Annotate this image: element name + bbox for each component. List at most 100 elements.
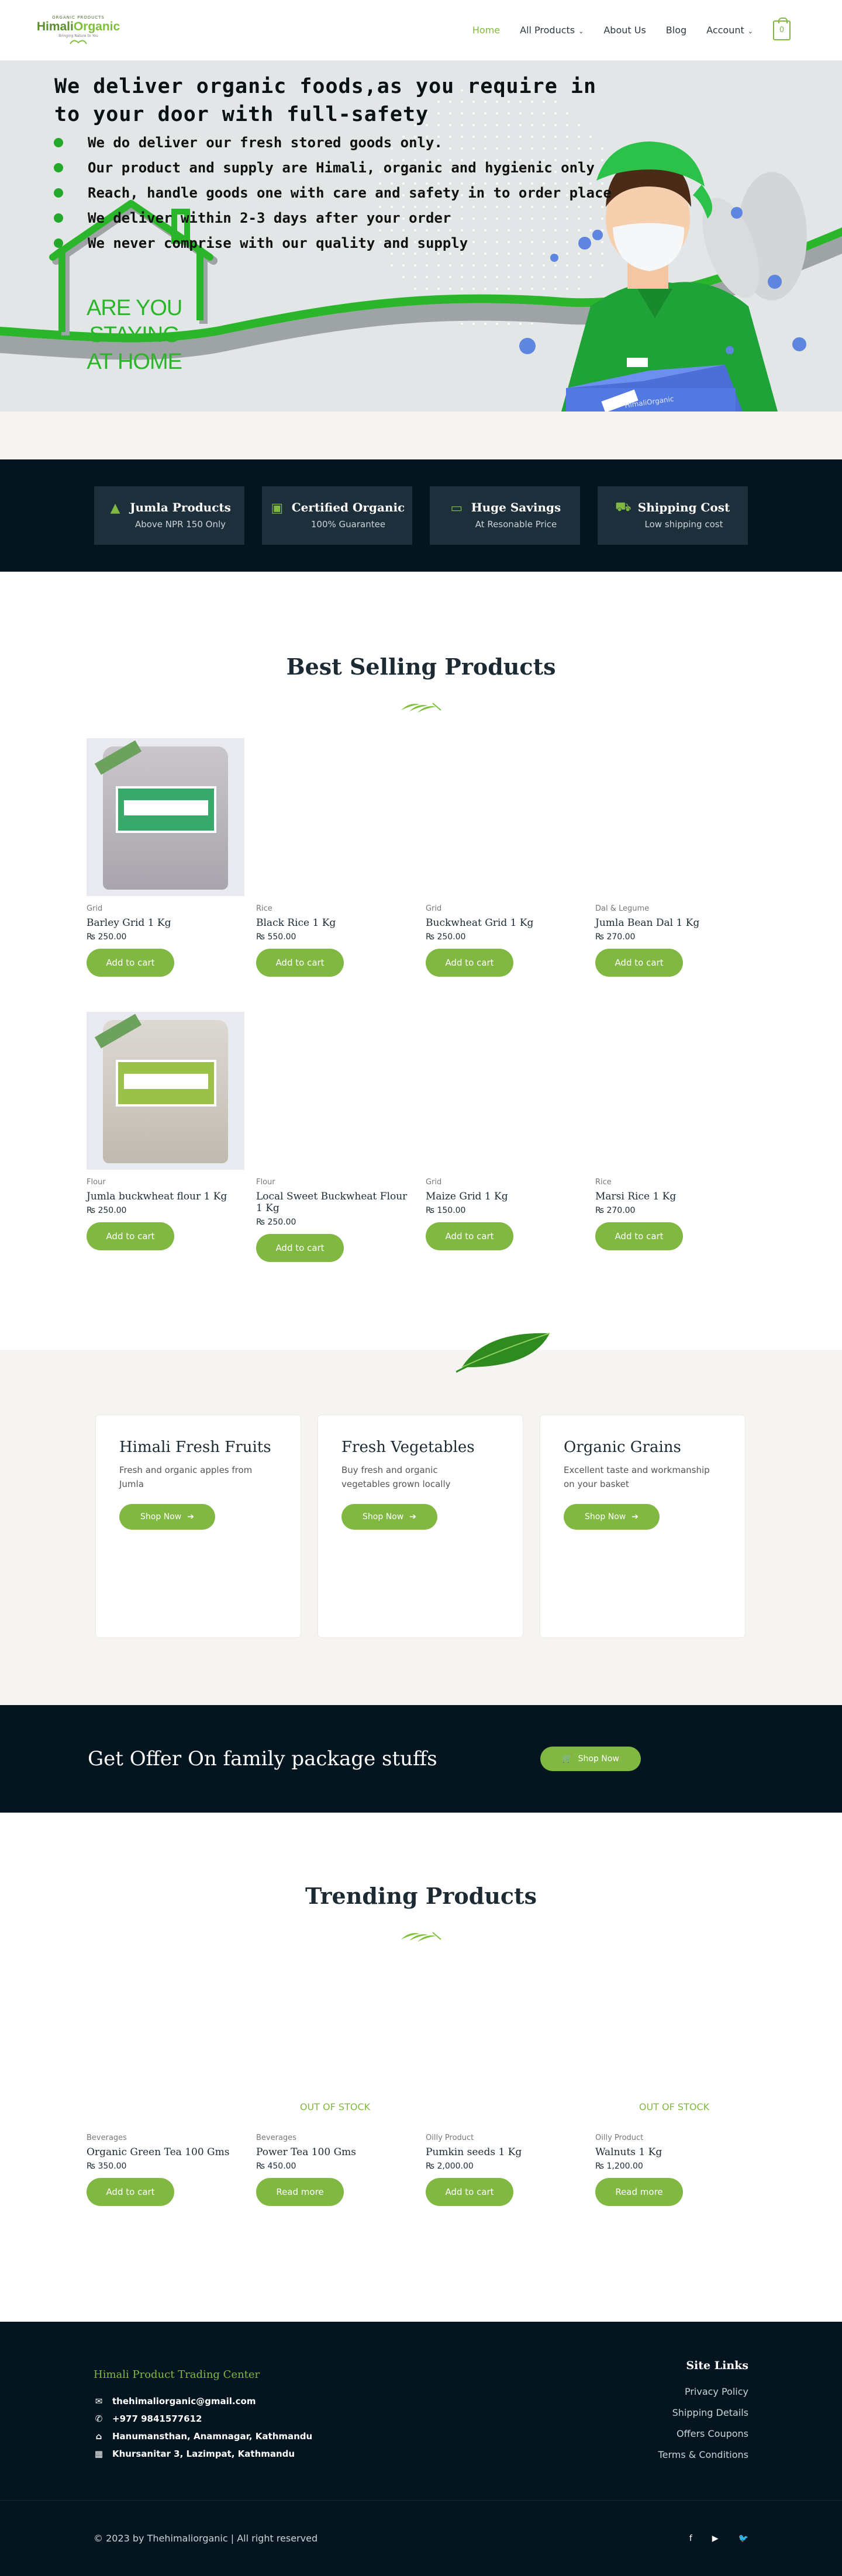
product-card: Grid Maize Grid 1 Kg ₨ 150.00 Add to car…: [426, 1012, 584, 1285]
footer-contact: Himali Product Trading Center ✉ thehimali…: [94, 2368, 312, 2463]
hero-spacer: [0, 412, 842, 459]
product-price: ₨ 270.00: [595, 932, 636, 942]
footer-link-offers[interactable]: Offers Coupons: [658, 2428, 748, 2449]
shop-now-button[interactable]: Shop Now ➔: [564, 1504, 660, 1530]
add-to-cart-button[interactable]: Add to cart: [595, 949, 683, 977]
product-category: Grid: [426, 904, 442, 913]
read-more-button[interactable]: Read more: [256, 2178, 344, 2206]
product-price: ₨ 2,000.00: [426, 2162, 474, 2171]
product-image[interactable]: [426, 738, 584, 896]
logo-wordmark: HimaliOrganic: [36, 20, 120, 33]
product-card: OUT OF STOCK Oilly Product Walnuts 1 Kg …: [595, 1968, 753, 2241]
product-image[interactable]: [426, 1968, 584, 2125]
footer-links: Site Links Privacy Policy Shipping Detai…: [658, 2359, 748, 2470]
offer-shop-now-button[interactable]: 🛒 Shop Now: [540, 1747, 641, 1771]
best-selling-grid: Grid Barley Grid 1 Kg ₨ 250.00 Add to ca…: [87, 738, 755, 1285]
add-to-cart-button[interactable]: Add to cart: [426, 949, 513, 977]
certificate-icon: ▣: [271, 500, 284, 516]
section-title: Best Selling Products: [286, 653, 556, 680]
building-icon: ▦: [94, 2449, 103, 2459]
product-category: Rice: [256, 904, 272, 913]
product-name[interactable]: Jumla Bean Dal 1 Kg: [595, 917, 753, 929]
section-title: Trending Products: [305, 1883, 537, 1909]
add-to-cart-button[interactable]: Add to cart: [256, 949, 344, 977]
twitter-icon[interactable]: 🐦: [739, 2534, 748, 2543]
product-category: Beverages: [87, 2134, 127, 2142]
product-name[interactable]: Maize Grid 1 Kg: [426, 1191, 584, 1202]
copyright: © 2023 by Thehimaliorganic | All right r…: [94, 2533, 318, 2544]
nav-home[interactable]: Home: [472, 25, 500, 36]
product-name[interactable]: Walnuts 1 Kg: [595, 2146, 753, 2158]
arrow-right-icon: ➔: [632, 1512, 639, 1522]
product-name[interactable]: Jumla buckwheat flour 1 Kg: [87, 1191, 244, 1202]
leaf-icon: [456, 1333, 550, 1373]
product-name[interactable]: Power Tea 100 Gms: [256, 2146, 414, 2158]
footer-email[interactable]: ✉ thehimaliorganic@gmail.com: [94, 2392, 312, 2410]
product-name[interactable]: Organic Green Tea 100 Gms: [87, 2146, 244, 2158]
product-price: ₨ 250.00: [87, 1206, 127, 1215]
arrow-right-icon: ➔: [187, 1512, 194, 1522]
logo-tagline-top: ORGANIC PRODUCTS: [52, 15, 105, 20]
logo-tagline-bottom: Bringing Nature to You: [58, 34, 98, 38]
product-image[interactable]: [256, 738, 414, 896]
facebook-icon[interactable]: f: [689, 2534, 692, 2543]
shop-now-button[interactable]: Shop Now ➔: [119, 1504, 215, 1530]
product-image[interactable]: [595, 1012, 753, 1170]
leaf-divider-icon: [0, 697, 842, 715]
product-name[interactable]: Pumkin seeds 1 Kg: [426, 2146, 584, 2158]
footer-link-terms[interactable]: Terms & Conditions: [658, 2449, 748, 2470]
product-image[interactable]: [426, 1012, 584, 1170]
footer-phone[interactable]: ✆ +977 9841577612: [94, 2410, 312, 2428]
product-category: Oilly Product: [595, 2134, 644, 2142]
nav-account[interactable]: Account ⌄: [706, 25, 753, 36]
product-price: ₨ 1,200.00: [595, 2162, 643, 2171]
leaf-divider-icon: [0, 1927, 842, 1944]
add-to-cart-button[interactable]: Add to cart: [87, 2178, 174, 2206]
footer-link-shipping[interactable]: Shipping Details: [658, 2407, 748, 2428]
product-image[interactable]: [595, 738, 753, 896]
add-to-cart-button[interactable]: Add to cart: [426, 2178, 513, 2206]
product-price: ₨ 150.00: [426, 1206, 466, 1215]
hero-point: We do deliver our fresh stored goods onl…: [54, 130, 612, 155]
product-name[interactable]: Local Sweet Buckwheat Flour 1 Kg: [256, 1191, 414, 1214]
house-slogan: ARE YOU STAYING AT HOME: [87, 296, 182, 374]
product-card: OUT OF STOCK Beverages Power Tea 100 Gms…: [256, 1968, 414, 2241]
read-more-button[interactable]: Read more: [595, 2178, 683, 2206]
product-image[interactable]: [87, 1968, 244, 2125]
cart-icon: 🛒: [562, 1754, 572, 1764]
add-to-cart-button[interactable]: Add to cart: [87, 1222, 174, 1250]
product-image[interactable]: [256, 1012, 414, 1170]
trending-grid: Beverages Organic Green Tea 100 Gms ₨ 35…: [87, 1968, 755, 2241]
category-description: Buy fresh and organic vegetables grown l…: [341, 1465, 451, 1489]
product-card: Rice Marsi Rice 1 Kg ₨ 270.00 Add to car…: [595, 1012, 753, 1285]
add-to-cart-button[interactable]: Add to cart: [595, 1222, 683, 1250]
nav-blog[interactable]: Blog: [666, 25, 686, 36]
site-logo[interactable]: ORGANIC PRODUCTS HimaliOrganic Bringing …: [36, 15, 120, 45]
chevron-down-icon: ⌄: [747, 27, 753, 35]
product-name[interactable]: Marsi Rice 1 Kg: [595, 1191, 753, 1202]
product-name[interactable]: Black Rice 1 Kg: [256, 917, 414, 929]
product-price: ₨ 250.00: [87, 932, 127, 942]
youtube-icon[interactable]: ▶: [712, 2534, 719, 2543]
nav-about-us[interactable]: About Us: [603, 25, 646, 36]
product-card: Beverages Organic Green Tea 100 Gms ₨ 35…: [87, 1968, 244, 2241]
product-name[interactable]: Barley Grid 1 Kg: [87, 917, 244, 929]
product-image[interactable]: [87, 738, 244, 896]
category-description: Excellent taste and workmanship on your …: [564, 1465, 710, 1489]
nav-all-products[interactable]: All Products ⌄: [520, 25, 584, 36]
hero-title: We deliver organic foods,as you require …: [54, 75, 597, 126]
category-card: Fresh Vegetables Buy fresh and organic v…: [318, 1415, 523, 1637]
add-to-cart-button[interactable]: Add to cart: [87, 949, 174, 977]
add-to-cart-button[interactable]: Add to cart: [256, 1234, 344, 1262]
footer-link-privacy[interactable]: Privacy Policy: [658, 2386, 748, 2407]
feature-subtitle: Above NPR 150 Only: [134, 519, 226, 530]
category-title: Fresh Vegetables: [341, 1439, 475, 1456]
product-name[interactable]: Buckwheat Grid 1 Kg: [426, 917, 584, 929]
shop-now-button[interactable]: Shop Now ➔: [341, 1504, 437, 1530]
feature-title: Shipping Cost: [637, 500, 730, 514]
feature-subtitle: Low shipping cost: [644, 519, 723, 530]
product-image[interactable]: [87, 1012, 244, 1170]
product-price: ₨ 270.00: [595, 1206, 636, 1215]
cart-button[interactable]: 0: [773, 17, 791, 40]
add-to-cart-button[interactable]: Add to cart: [426, 1222, 513, 1250]
